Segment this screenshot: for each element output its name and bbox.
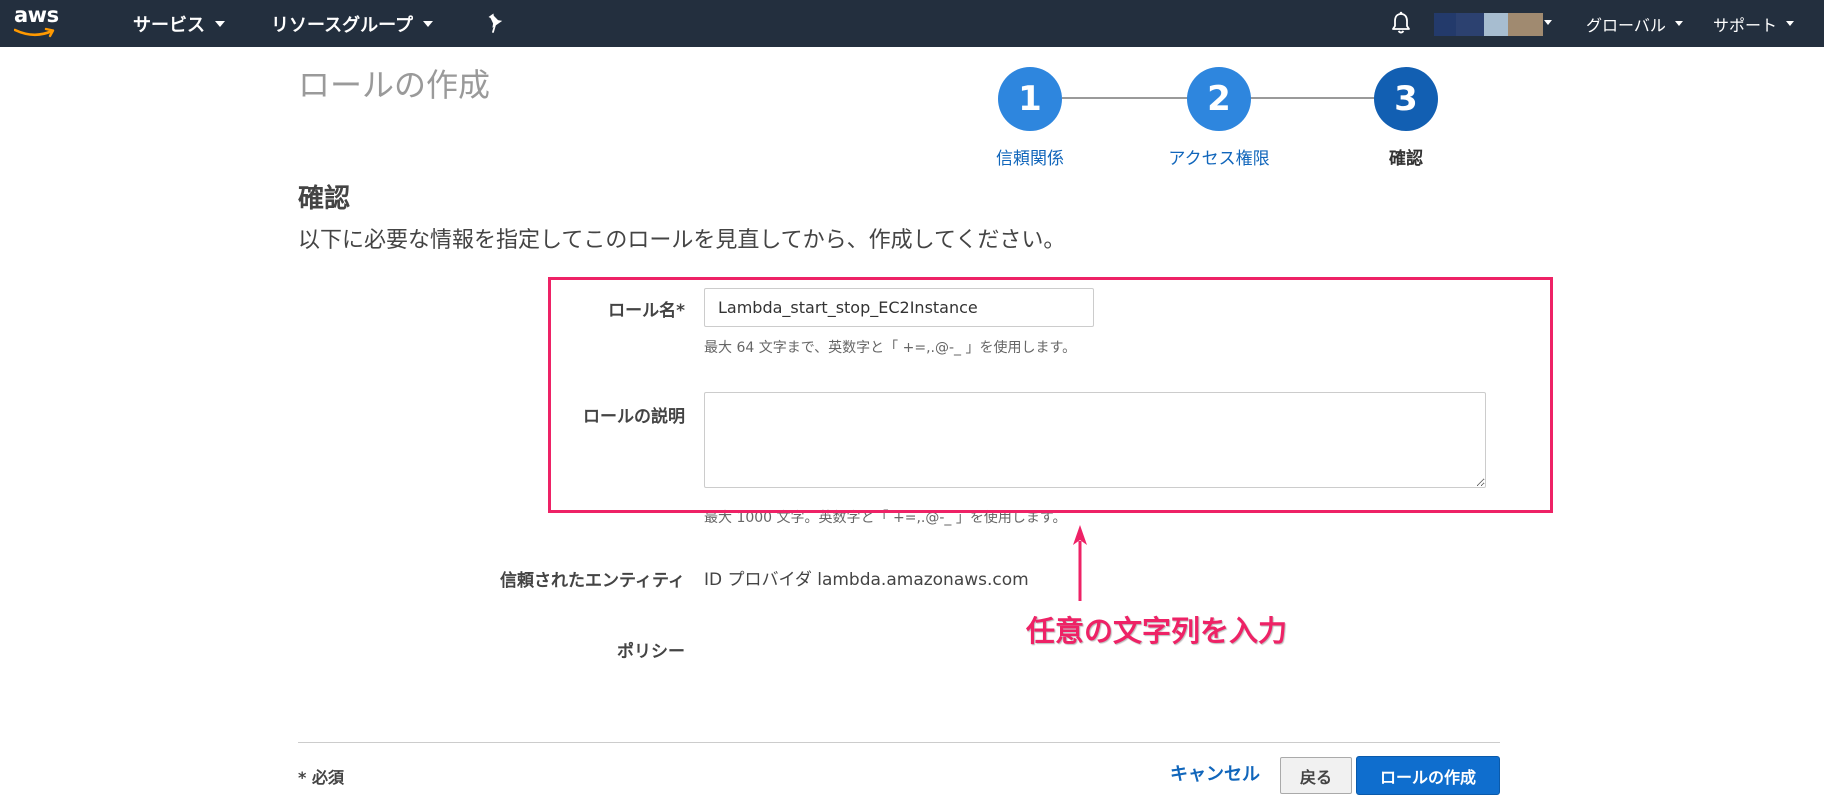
account-avatar-block	[1508, 13, 1543, 36]
account-avatar-block	[1456, 13, 1484, 36]
page-title: ロールの作成	[298, 66, 491, 104]
aws-logo[interactable]: aws	[14, 3, 70, 43]
annotation-text: 任意の文字列を入力	[1026, 614, 1288, 648]
section-description: 以下に必要な情報を指定してこのロールを見直してから、作成してください。	[298, 228, 1066, 253]
step-3-label: 確認	[1389, 149, 1423, 169]
required-note: * 必須	[298, 768, 344, 787]
cancel-button[interactable]: キャンセル	[1160, 752, 1270, 794]
resource-groups-menu-label: リソースグループ	[271, 14, 414, 36]
top-navigation-bar: aws サービス リソースグループ グローバル サポート	[0, 0, 1824, 47]
section-title: 確認	[298, 184, 351, 214]
support-menu[interactable]: サポート	[1713, 0, 1795, 47]
step-3-circle: 3	[1374, 67, 1438, 131]
footer-divider	[298, 742, 1500, 743]
pin-icon[interactable]	[486, 12, 504, 34]
trusted-entity-label: 信頼されたエンティティ	[500, 571, 685, 591]
region-menu-label: グローバル	[1586, 15, 1666, 35]
support-menu-label: サポート	[1713, 15, 1778, 35]
resource-groups-menu[interactable]: リソースグループ	[271, 0, 434, 47]
bell-icon[interactable]	[1390, 11, 1412, 35]
step-1-circle[interactable]: 1	[998, 67, 1062, 131]
back-button[interactable]: 戻る	[1280, 757, 1352, 794]
account-avatar-block	[1434, 13, 1456, 36]
account-avatar-block	[1484, 13, 1508, 36]
chevron-down-icon	[1786, 21, 1795, 26]
create-role-button[interactable]: ロールの作成	[1356, 756, 1500, 795]
step-1-label[interactable]: 信頼関係	[996, 144, 1064, 169]
aws-smile-icon	[14, 27, 55, 38]
region-menu[interactable]: グローバル	[1586, 0, 1683, 47]
policy-label: ポリシー	[617, 642, 685, 662]
chevron-down-icon	[1674, 21, 1683, 26]
chevron-down-icon	[423, 20, 434, 27]
annotation-arrow-icon	[1073, 525, 1087, 601]
aws-logo-text: aws	[14, 3, 59, 27]
chevron-down-icon	[215, 20, 225, 27]
annotation-highlight-box	[548, 277, 1553, 513]
step-connector	[1062, 97, 1188, 99]
services-menu[interactable]: サービス	[133, 0, 225, 47]
trusted-entity-value: ID プロバイダ lambda.amazonaws.com	[704, 570, 1029, 590]
step-connector	[1250, 97, 1376, 99]
chevron-down-icon	[1544, 20, 1552, 25]
services-menu-label: サービス	[133, 14, 205, 36]
step-2-circle[interactable]: 2	[1187, 67, 1251, 131]
step-2-label[interactable]: アクセス権限	[1168, 144, 1269, 169]
